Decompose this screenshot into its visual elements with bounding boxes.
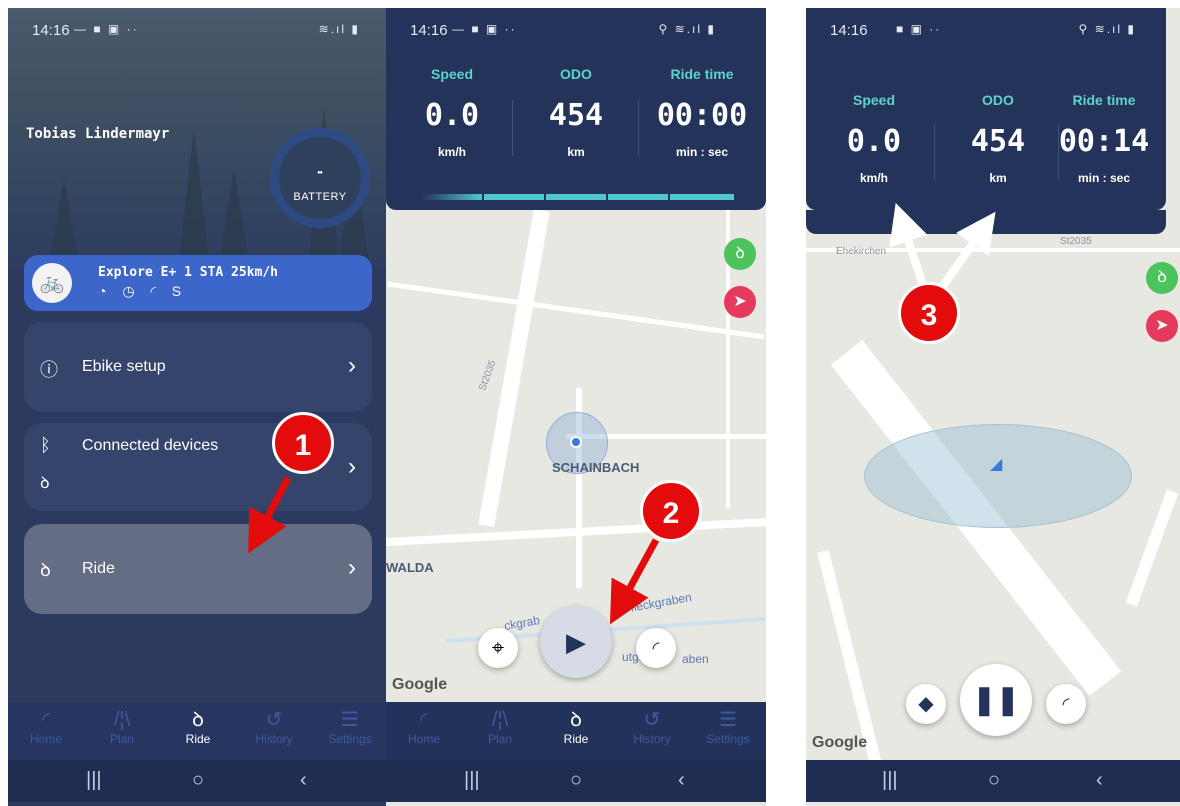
arrow-step-2 [609,538,660,625]
arrow-step-3a [889,203,928,290]
step-badge-3: 3 [898,282,960,344]
arrow-step-3b [936,211,996,293]
step-badge-1: 1 [272,412,334,474]
step-badge-2: 2 [640,480,702,542]
arrow-step-1 [248,476,292,554]
annotation-arrows [248,203,996,625]
